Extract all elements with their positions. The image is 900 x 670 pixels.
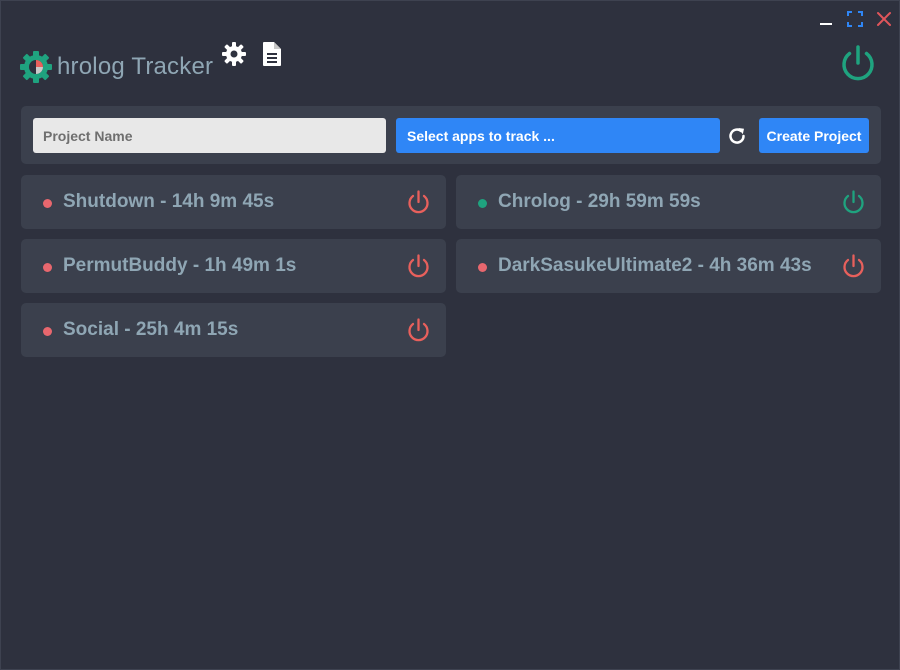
project-label: Chrolog - 29h 59m 59s — [498, 191, 701, 212]
power-icon — [408, 190, 429, 214]
close-button[interactable] — [874, 9, 894, 29]
app-select-dropdown[interactable]: Select apps to track ... — [396, 118, 720, 153]
power-icon — [408, 318, 429, 342]
project-power-button[interactable] — [405, 317, 432, 344]
create-project-toolbar: Select apps to track ... Create Project — [21, 106, 881, 164]
project-card[interactable]: PermutBuddy - 1h 49m 1s — [21, 239, 446, 293]
project-card[interactable]: DarkSasukeUltimate2 - 4h 36m 43s — [456, 239, 881, 293]
app-title: hrolog Tracker — [57, 53, 214, 80]
global-power-button[interactable] — [837, 43, 879, 85]
create-project-button[interactable]: Create Project — [759, 118, 869, 153]
minimize-button[interactable] — [816, 9, 836, 29]
project-power-button[interactable] — [405, 253, 432, 280]
status-dot — [478, 263, 487, 272]
project-label: DarkSasukeUltimate2 - 4h 36m 43s — [498, 255, 812, 276]
app-window: hrolog Tracker Project Name Select apps … — [0, 0, 900, 670]
document-icon — [263, 42, 281, 66]
status-dot — [478, 199, 487, 208]
project-power-button[interactable] — [840, 253, 867, 280]
minimize-icon — [820, 23, 832, 25]
log-button[interactable] — [259, 41, 285, 67]
status-dot — [43, 263, 52, 272]
status-dot — [43, 327, 52, 336]
project-power-button[interactable] — [840, 189, 867, 216]
close-icon — [877, 12, 891, 26]
maximize-icon — [847, 11, 863, 27]
gear-icon — [222, 42, 246, 66]
power-icon — [408, 254, 429, 278]
project-label: Shutdown - 14h 9m 45s — [63, 191, 275, 212]
power-icon — [843, 254, 864, 278]
power-icon — [842, 45, 874, 81]
project-card[interactable]: Social - 25h 4m 15s — [21, 303, 446, 357]
maximize-button[interactable] — [845, 9, 865, 29]
power-icon — [843, 190, 864, 214]
project-card[interactable]: Chrolog - 29h 59m 59s — [456, 175, 881, 229]
header-icons — [221, 41, 285, 67]
project-name-input[interactable] — [33, 118, 386, 153]
settings-button[interactable] — [221, 41, 247, 67]
refresh-icon — [729, 128, 745, 144]
project-card[interactable]: Shutdown - 14h 9m 45s — [21, 175, 446, 229]
refresh-button[interactable] — [726, 125, 748, 147]
status-dot — [43, 199, 52, 208]
gear-clock-logo-icon — [19, 49, 55, 85]
project-power-button[interactable] — [405, 189, 432, 216]
app-brand: hrolog Tracker — [19, 49, 213, 85]
project-label: Social - 25h 4m 15s — [63, 319, 239, 340]
project-label: PermutBuddy - 1h 49m 1s — [63, 255, 297, 276]
app-select-label: Select apps to track ... — [407, 127, 555, 144]
